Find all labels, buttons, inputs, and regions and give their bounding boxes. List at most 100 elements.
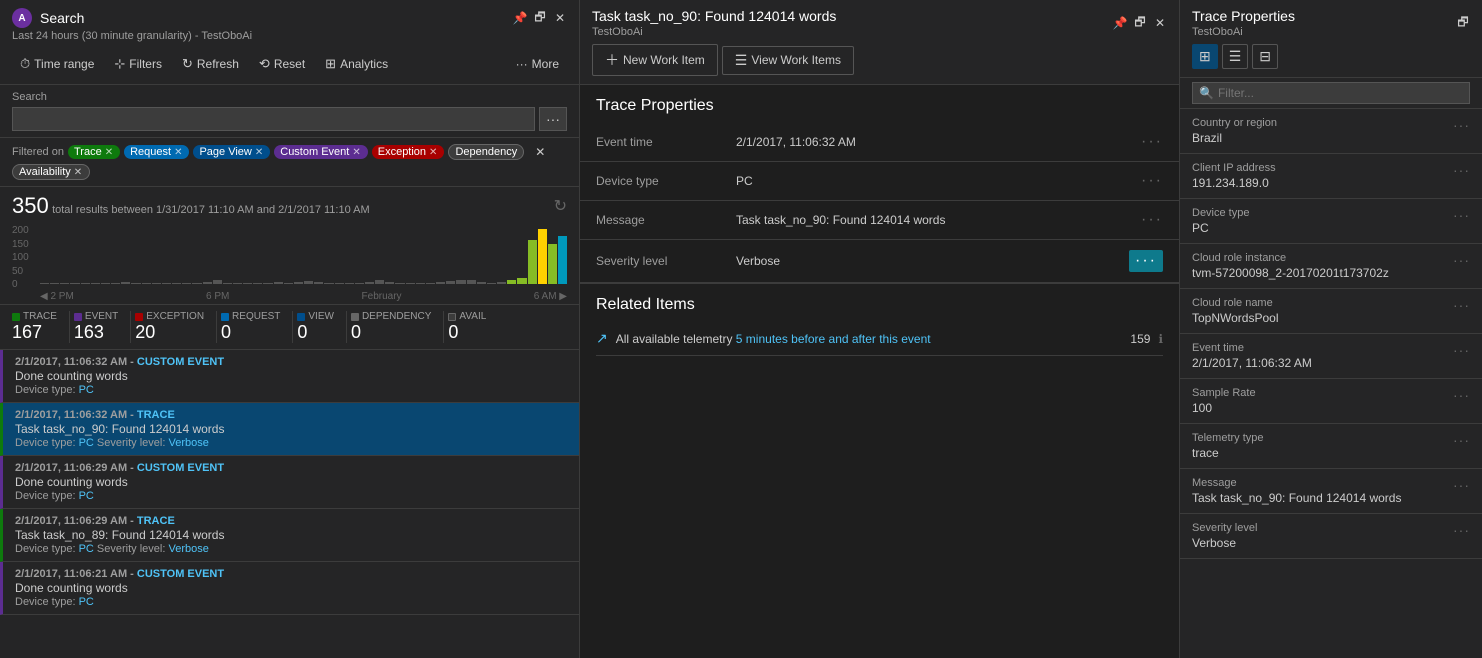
trace-value: 167 <box>12 322 57 343</box>
chart-bar <box>335 283 344 284</box>
list-item[interactable]: 2/1/2017, 11:06:21 AM - CUSTOM EVENT Don… <box>0 562 579 615</box>
filter-tag-request[interactable]: Request ✕ <box>124 145 189 159</box>
chart-bar <box>263 283 272 284</box>
related-info-icon: ℹ <box>1158 332 1163 346</box>
filter-tag-availability[interactable]: Availability ✕ <box>12 164 90 180</box>
panel-subtitle: Last 24 hours (30 minute granularity) - … <box>12 30 567 42</box>
dependency-dot <box>351 313 359 321</box>
middle-window-controls: 📌 🗗 ✕ <box>1113 16 1167 30</box>
related-title: Related Items <box>596 296 1163 314</box>
filter-tag-exception-close[interactable]: ✕ <box>428 147 438 158</box>
filter-input-box[interactable]: 🔍 <box>1192 82 1470 104</box>
maximize-button[interactable]: 🗗 <box>533 11 547 25</box>
right-title-group: Trace Properties TestOboAi <box>1192 8 1295 38</box>
filter-tag-dependency[interactable]: Dependency <box>448 144 524 160</box>
filter-label: Filtered on <box>12 146 64 158</box>
prop-list-more-client-ip[interactable]: ··· <box>1453 162 1470 178</box>
filter-icon: ⊹ <box>114 56 125 72</box>
prop-list-more-message[interactable]: ··· <box>1453 477 1470 493</box>
chart-bar <box>558 236 567 284</box>
y-label-0: 0 <box>12 279 29 290</box>
event-message: Done counting words <box>15 475 567 489</box>
prop-list-more-telemetry-type[interactable]: ··· <box>1453 432 1470 448</box>
view-work-items-label: View Work Items <box>751 53 841 67</box>
filter-tag-x-button[interactable]: ✕ <box>534 145 546 159</box>
related-section: Related Items ↗ All available telemetry … <box>580 283 1179 364</box>
chart-bar <box>81 283 90 284</box>
prop-list-key-cloud-role-name: Cloud role name <box>1192 297 1278 309</box>
filter-input[interactable] <box>1218 86 1463 100</box>
prop-message: Message Task task_no_90: Found 124014 wo… <box>580 201 1179 240</box>
prop-more-message[interactable]: ··· <box>1141 211 1163 229</box>
prop-list-more-cloud-role-instance[interactable]: ··· <box>1453 252 1470 268</box>
filters-button[interactable]: ⊹ Filters <box>106 52 170 76</box>
event-message: Task task_no_89: Found 124014 words <box>15 528 567 542</box>
search-input[interactable] <box>12 107 535 131</box>
list-item[interactable]: 2/1/2017, 11:06:29 AM - TRACE Task task_… <box>0 509 579 562</box>
prop-more-event-time[interactable]: ··· <box>1141 133 1163 151</box>
prop-key-message: Message <box>596 213 736 227</box>
event-timestamp: 2/1/2017, 11:06:21 AM - CUSTOM EVENT <box>15 568 567 580</box>
more-button[interactable]: ··· More <box>508 53 567 75</box>
filter-tag-exception[interactable]: Exception ✕ <box>372 145 445 159</box>
related-item-text: All available telemetry 5 minutes before… <box>616 332 1123 346</box>
reset-button[interactable]: ⟲ Reset <box>251 52 313 76</box>
middle-maximize-button[interactable]: 🗗 <box>1133 16 1147 30</box>
properties-view-button[interactable]: ⊞ <box>1192 44 1218 69</box>
prop-list-more-severity[interactable]: ··· <box>1453 522 1470 538</box>
time-range-button[interactable]: ⏱ Time range <box>12 52 102 76</box>
list-view-button[interactable]: ☰ <box>1222 44 1249 69</box>
filter-tag-availability-close[interactable]: ✕ <box>73 167 83 178</box>
refresh-button[interactable]: ↻ Refresh <box>174 52 247 76</box>
chart-bar <box>60 283 69 284</box>
filter-tag-trace[interactable]: Trace ✕ <box>68 145 120 159</box>
filter-tag-availability-label: Availability <box>19 166 71 178</box>
chart-bar <box>121 282 130 284</box>
chart-y-labels: 200 150 100 50 0 <box>12 225 29 290</box>
middle-pin-button[interactable]: 📌 <box>1113 16 1127 30</box>
view-work-items-button[interactable]: ☰ View Work Items <box>722 46 854 75</box>
list-item[interactable]: 2/1/2017, 11:06:32 AM - TRACE Task task_… <box>0 403 579 456</box>
chart-bar <box>355 283 364 284</box>
filter-tag-pageview[interactable]: Page View ✕ <box>193 145 270 159</box>
close-button[interactable]: ✕ <box>553 11 567 25</box>
prop-list-value-client-ip: 191.234.189.0 <box>1192 176 1276 190</box>
app-icon: A <box>12 8 32 28</box>
filter-tag-customevent[interactable]: Custom Event ✕ <box>274 145 367 159</box>
results-refresh-icon[interactable]: ↻ <box>554 196 567 216</box>
filter-tag-trace-close[interactable]: ✕ <box>104 147 114 158</box>
prop-list-more-cloud-role-name[interactable]: ··· <box>1453 297 1470 313</box>
grid-view-button[interactable]: ⊟ <box>1252 44 1278 69</box>
chart-bar <box>162 283 171 284</box>
prop-more-device-type[interactable]: ··· <box>1141 172 1163 190</box>
analytics-button[interactable]: ⊞ Analytics <box>317 52 396 76</box>
prop-list-more-country[interactable]: ··· <box>1453 117 1470 133</box>
filter-tag-pageview-close[interactable]: ✕ <box>254 147 264 158</box>
new-work-item-button[interactable]: ＋ New Work Item <box>592 44 718 76</box>
chart-bar <box>142 283 151 284</box>
filter-tag-request-close[interactable]: ✕ <box>173 147 183 158</box>
chart-bar <box>233 283 242 284</box>
event-message: Done counting words <box>15 581 567 595</box>
prop-list-more-device-type[interactable]: ··· <box>1453 207 1470 223</box>
view-label: VIEW <box>308 311 334 322</box>
right-maximize-button[interactable]: 🗗 <box>1456 16 1470 30</box>
chart-bar <box>284 283 293 284</box>
results-summary: 350 total results between 1/31/2017 11:1… <box>0 187 579 225</box>
prop-device-type: Device type PC ··· <box>580 162 1179 201</box>
prop-more-severity[interactable]: ··· <box>1129 250 1163 272</box>
prop-list-more-sample-rate[interactable]: ··· <box>1453 387 1470 403</box>
middle-close-button[interactable]: ✕ <box>1153 16 1167 30</box>
prop-list-more-event-time[interactable]: ··· <box>1453 342 1470 358</box>
new-work-item-label: New Work Item <box>623 53 705 67</box>
prop-list-value-country: Brazil <box>1192 131 1277 145</box>
list-item[interactable]: 2/1/2017, 11:06:32 AM - CUSTOM EVENT Don… <box>0 350 579 403</box>
chart-bar <box>152 283 161 284</box>
related-item[interactable]: ↗ All available telemetry 5 minutes befo… <box>596 322 1163 356</box>
request-label: REQUEST <box>232 311 280 322</box>
middle-panel: Task task_no_90: Found 124014 words Test… <box>580 0 1180 658</box>
list-item[interactable]: 2/1/2017, 11:06:29 AM - CUSTOM EVENT Don… <box>0 456 579 509</box>
pin-button[interactable]: 📌 <box>513 11 527 25</box>
search-options-button[interactable]: ··· <box>539 107 567 131</box>
filter-tag-customevent-close[interactable]: ✕ <box>351 147 361 158</box>
